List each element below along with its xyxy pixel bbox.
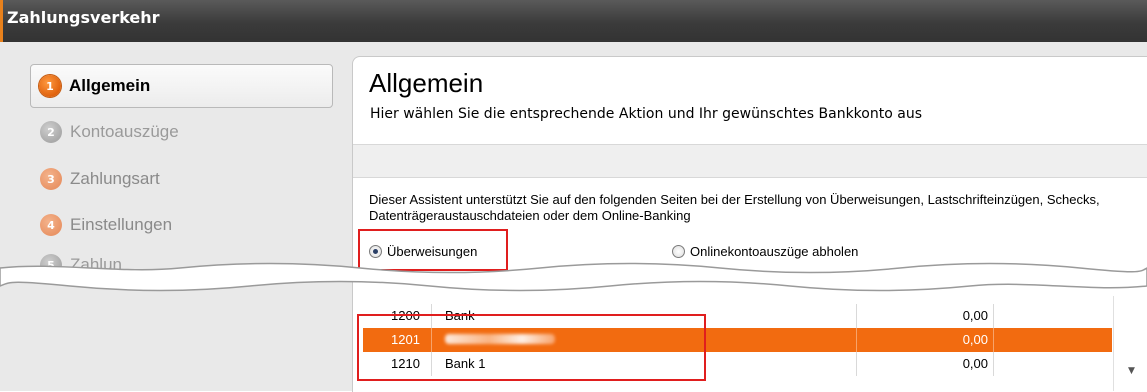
page-title: Allgemein xyxy=(369,68,484,98)
nav-item-label: Kontoauszüge xyxy=(70,122,179,141)
column-divider xyxy=(993,352,994,376)
account-balance: 0,00 xyxy=(962,308,988,323)
column-divider xyxy=(856,328,857,352)
header-band xyxy=(353,144,1147,178)
radio-onlinekontoauszuege[interactable]: Onlinekontoauszüge abholen xyxy=(672,244,858,259)
nav-item-label: Einstellungen xyxy=(70,215,173,234)
nav-item-einstellungen[interactable]: 4 Einstellungen xyxy=(32,203,332,247)
nav-item-label: Allgemein xyxy=(69,76,151,95)
step-4-icon: 4 xyxy=(40,214,62,236)
table-scrollbar[interactable] xyxy=(1113,296,1147,391)
info-text: Dieser Assistent unterstützt Sie auf den… xyxy=(369,192,1100,223)
step-3-icon: 3 xyxy=(40,168,62,190)
column-divider xyxy=(856,304,857,328)
highlight-box-row xyxy=(357,314,706,381)
scroll-down-icon[interactable]: ▼ xyxy=(1128,366,1135,376)
title-accent xyxy=(0,0,3,42)
nav-item-zahlungsart[interactable]: 3 Zahlungsart xyxy=(32,157,332,201)
title-bar: Zahlungsverkehr xyxy=(0,0,1147,42)
window-title: Zahlungsverkehr xyxy=(7,8,160,27)
nav-item-label: Zahlungsart xyxy=(70,169,160,188)
step-2-icon: 2 xyxy=(40,121,62,143)
column-divider xyxy=(856,352,857,376)
column-divider xyxy=(993,328,994,352)
radio-unselected-icon xyxy=(672,245,685,258)
nav-item-kontoauszuege[interactable]: 2 Kontoauszüge xyxy=(32,110,332,154)
account-balance: 0,00 xyxy=(962,332,988,347)
account-balance: 0,00 xyxy=(962,356,988,371)
step-1-icon: 1 xyxy=(39,75,61,97)
column-divider xyxy=(993,304,994,328)
page-subtitle: Hier wählen Sie die entsprechende Aktion… xyxy=(370,106,922,122)
nav-item-allgemein[interactable]: 1 Allgemein xyxy=(30,64,333,108)
torn-divider xyxy=(0,262,1147,292)
radio-label: Onlinekontoauszüge abholen xyxy=(690,244,859,259)
